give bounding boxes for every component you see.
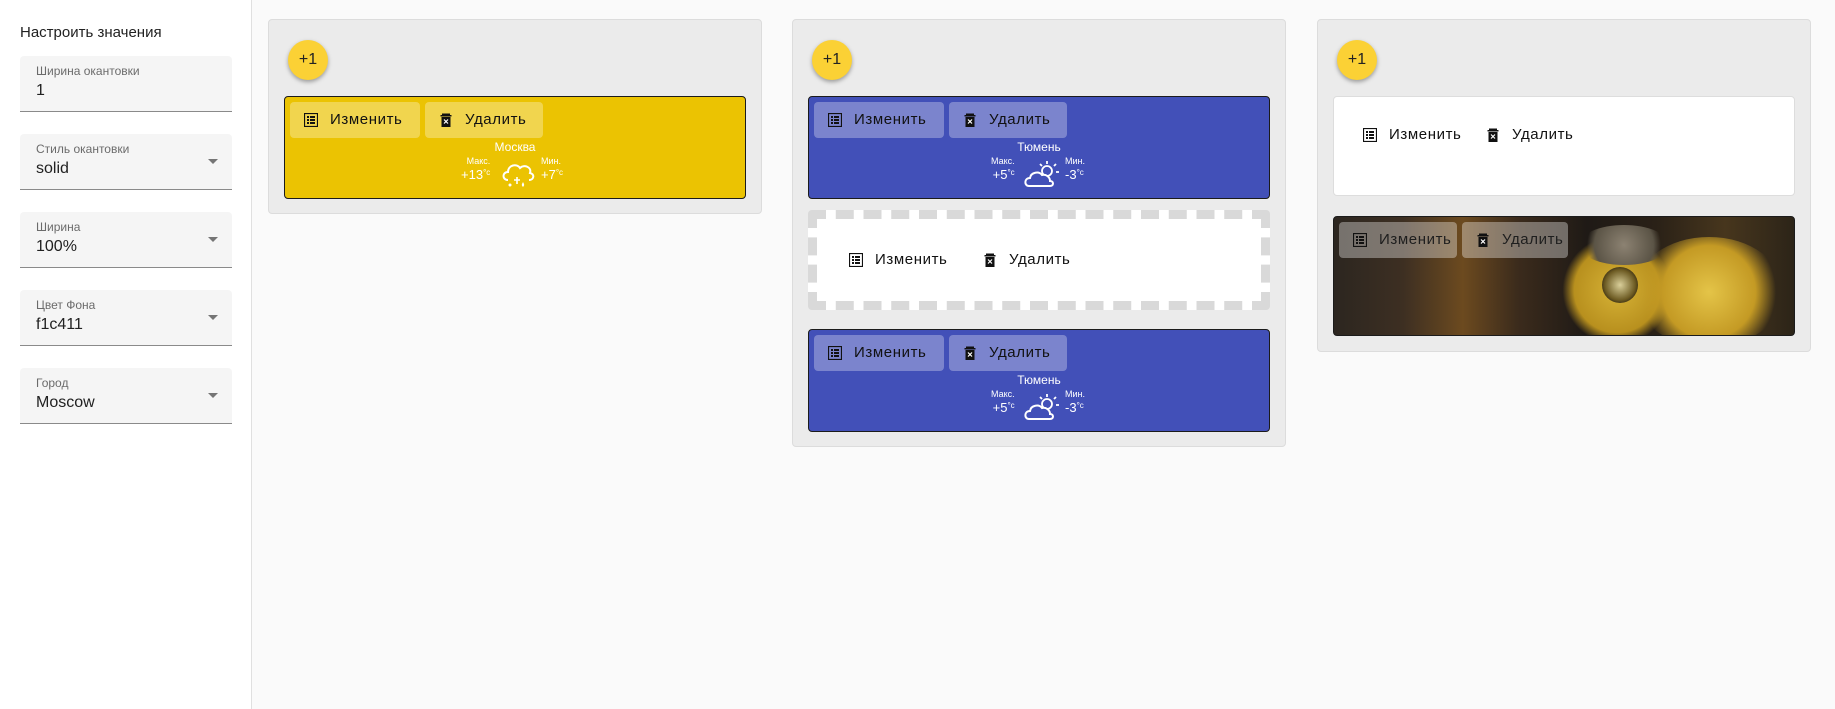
edit-button[interactable]: Изменить [290, 102, 420, 138]
delete-button[interactable]: Удалить [969, 242, 1087, 278]
trash-icon [1476, 233, 1490, 247]
settings-sidebar: Настроить значения Ширина окантовки 1 Ст… [0, 0, 252, 709]
image-widget: Изменить Удалить [1333, 216, 1795, 336]
min-temp-label: Мин. [1065, 389, 1085, 399]
field-value[interactable]: 1 [36, 82, 45, 100]
weather-widget-tyumen: Изменить Удалить Тюмень Макс. +5°c Мин. … [808, 96, 1270, 199]
dropdown-arrow-icon[interactable] [208, 159, 218, 164]
delete-button[interactable]: Удалить [949, 335, 1067, 371]
add-widget-button[interactable]: +1 [1337, 40, 1377, 80]
background-color-select[interactable]: Цвет Фона f1c411 [20, 290, 232, 346]
min-temp-label: Мин. [541, 156, 561, 166]
widget-column-3: +1 Изменить Удалить Изменить Удалить [1317, 19, 1811, 352]
border-style-select[interactable]: Стиль окантовки solid [20, 134, 232, 190]
edit-button-label: Изменить [1379, 231, 1452, 248]
edit-button[interactable]: Изменить [814, 102, 944, 138]
max-temp-value: +5°c [992, 167, 1015, 182]
widget-column-1: +1 Изменить Удалить Москва Макс. +13°c М… [268, 19, 762, 214]
city-name: Москва [494, 140, 536, 154]
edit-button[interactable]: Изменить [835, 242, 965, 278]
delete-button-label: Удалить [1502, 231, 1564, 248]
edit-button-label: Изменить [330, 111, 403, 128]
max-temp-value: +13°c [461, 167, 491, 182]
list-edit-icon [828, 113, 842, 127]
weather-info: Тюмень Макс. +5°c Мин. -3°c [809, 140, 1269, 196]
city-name: Тюмень [1017, 140, 1061, 154]
edit-button-label: Изменить [1389, 126, 1462, 143]
rain-snow-cloud-icon [500, 160, 536, 195]
list-edit-icon [1353, 233, 1367, 247]
delete-button-label: Удалить [1512, 126, 1574, 143]
max-temp-value: +5°c [992, 400, 1015, 415]
field-value[interactable]: f1c411 [36, 316, 83, 334]
add-widget-button[interactable]: +1 [812, 40, 852, 80]
field-value[interactable]: Moscow [36, 394, 95, 412]
edit-button[interactable]: Изменить [1349, 117, 1479, 153]
delete-button-label: Удалить [1009, 251, 1071, 268]
delete-button[interactable]: Удалить [1472, 117, 1590, 153]
max-temp-label: Макс. [991, 389, 1015, 399]
min-temp-block: Мин. -3°c [1065, 156, 1085, 182]
edit-button-label: Изменить [875, 251, 948, 268]
add-widget-button[interactable]: +1 [288, 40, 328, 80]
weather-info: Тюмень Макс. +5°c Мин. -3°c [809, 373, 1269, 429]
delete-button-label: Удалить [465, 111, 527, 128]
delete-button[interactable]: Удалить [949, 102, 1067, 138]
min-temp-label: Мин. [1065, 156, 1085, 166]
min-temp-value: -3°c [1065, 400, 1084, 415]
list-edit-icon [849, 253, 863, 267]
trash-icon [963, 346, 977, 360]
min-temp-value: -3°c [1065, 167, 1084, 182]
edit-button[interactable]: Изменить [1339, 222, 1457, 258]
delete-button[interactable]: Удалить [425, 102, 543, 138]
partly-sunny-cloud-icon [1023, 160, 1061, 195]
min-temp-block: Мин. -3°c [1065, 389, 1085, 415]
city-name: Тюмень [1017, 373, 1061, 387]
width-select[interactable]: Ширина 100% [20, 212, 232, 268]
field-label: Цвет Фона [36, 298, 96, 312]
edit-button[interactable]: Изменить [814, 335, 944, 371]
trash-icon [963, 113, 977, 127]
delete-button-label: Удалить [989, 344, 1051, 361]
min-temp-block: Мин. +7°c [541, 156, 563, 182]
empty-widget-dashed: Изменить Удалить [808, 210, 1270, 310]
list-edit-icon [828, 346, 842, 360]
trash-icon [1486, 128, 1500, 142]
border-width-field[interactable]: Ширина окантовки 1 [20, 56, 232, 112]
field-label: Стиль окантовки [36, 142, 130, 156]
empty-widget-white: Изменить Удалить [1333, 96, 1795, 196]
field-label: Город [36, 376, 69, 390]
max-temp-label: Макс. [991, 156, 1015, 166]
field-value[interactable]: 100% [36, 238, 77, 256]
sidebar-title: Настроить значения [20, 24, 162, 41]
trash-icon [439, 113, 453, 127]
list-edit-icon [1363, 128, 1377, 142]
dropdown-arrow-icon[interactable] [208, 315, 218, 320]
max-temp-label: Макс. [466, 156, 491, 166]
weather-widget-tyumen: Изменить Удалить Тюмень Макс. +5°c Мин. … [808, 329, 1270, 432]
trash-icon [983, 253, 997, 267]
max-temp-block: Макс. +5°c [991, 389, 1015, 415]
delete-button[interactable]: Удалить [1462, 222, 1568, 258]
city-select[interactable]: Город Moscow [20, 368, 232, 424]
dropdown-arrow-icon[interactable] [208, 237, 218, 242]
max-temp-block: Макс. +5°c [991, 156, 1015, 182]
widget-column-2: +1 Изменить Удалить Тюмень Макс. +5°c Ми… [792, 19, 1286, 447]
edit-button-label: Изменить [854, 344, 927, 361]
partly-sunny-cloud-icon [1023, 393, 1061, 428]
delete-button-label: Удалить [989, 111, 1051, 128]
dropdown-arrow-icon[interactable] [208, 393, 218, 398]
max-temp-block: Макс. +13°c [461, 156, 490, 182]
weather-widget-moscow: Изменить Удалить Москва Макс. +13°c Мин.… [284, 96, 746, 199]
list-edit-icon [304, 113, 318, 127]
field-value[interactable]: solid [36, 160, 69, 178]
min-temp-value: +7°c [541, 167, 564, 182]
field-label: Ширина окантовки [36, 64, 140, 78]
edit-button-label: Изменить [854, 111, 927, 128]
weather-info: Москва Макс. +13°c Мин. +7°c [285, 140, 745, 196]
field-label: Ширина [36, 220, 81, 234]
